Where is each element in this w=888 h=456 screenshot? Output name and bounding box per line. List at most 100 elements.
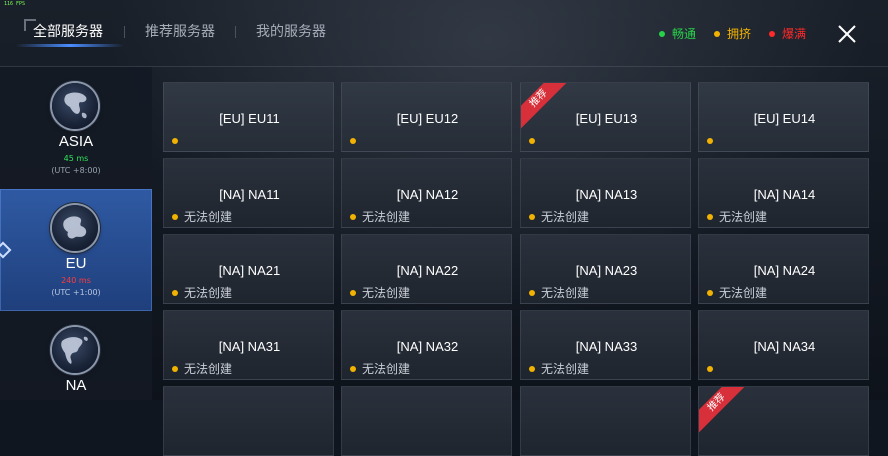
status-dot-icon	[529, 365, 535, 372]
status-text: 无法创建	[184, 362, 233, 376]
server-name: [EU] EU12	[396, 111, 459, 126]
server-name: [NA] NA14	[753, 187, 816, 202]
region-asia[interactable]: ASIA 45 ms (UTC +8:00)	[0, 67, 152, 189]
server-card[interactable]: [NA] NA23 无法创建	[520, 234, 691, 304]
server-name: [NA] NA12	[396, 187, 459, 202]
close-icon[interactable]	[836, 23, 858, 45]
status-dot-icon	[172, 213, 178, 220]
region-sidebar: ASIA 45 ms (UTC +8:00) EU 240 ms (UTC +1…	[0, 67, 152, 400]
legend-crowded: 拥挤	[714, 26, 751, 42]
status-dot-icon	[350, 289, 356, 296]
server-card[interactable]: [EU] EU14	[698, 82, 869, 152]
region-ping: 240 ms	[61, 276, 91, 285]
server-status	[529, 133, 541, 149]
server-name: [EU] EU14	[753, 111, 816, 126]
status-dot-icon	[529, 289, 535, 296]
server-card[interactable]: [EU] EU11	[163, 82, 334, 152]
server-name: [NA] NA23	[575, 263, 638, 278]
server-card[interactable]: [NA] NA22 无法创建	[341, 234, 512, 304]
region-utc: (UTC +1:00)	[51, 288, 101, 297]
status-text: 无法创建	[362, 286, 411, 300]
status-dot-icon	[707, 213, 713, 220]
server-card[interactable]: [NA] NA31 无法创建	[163, 310, 334, 380]
server-card[interactable]: [NA] NA14 无法创建	[698, 158, 869, 228]
legend-dot	[714, 30, 720, 37]
region-na[interactable]: NA	[0, 311, 152, 433]
server-name: [NA] NA24	[753, 263, 816, 278]
server-status: 无法创建	[172, 285, 232, 301]
server-name: [NA] NA31	[218, 339, 281, 354]
top-bar: 全部服务器 推荐服务器 我的服务器 畅通 拥挤 爆满	[0, 0, 888, 66]
legend-full: 爆满	[769, 26, 806, 42]
status-dot-icon	[707, 137, 713, 144]
server-card[interactable]: [NA] NA21 无法创建	[163, 234, 334, 304]
server-name: [NA] NA34	[753, 339, 816, 354]
status-text: 无法创建	[541, 362, 590, 376]
region-eu[interactable]: EU 240 ms (UTC +1:00)	[0, 189, 152, 311]
status-dot-icon	[350, 137, 356, 144]
server-card[interactable]: [NA] NA13 无法创建	[520, 158, 691, 228]
server-card[interactable]: [NA] NA24 无法创建	[698, 234, 869, 304]
globe-eu-icon	[52, 205, 98, 251]
status-text: 无法创建	[362, 362, 411, 376]
server-status	[707, 361, 719, 377]
server-card[interactable]: [NA] NA33 无法创建	[520, 310, 691, 380]
status-text: 无法创建	[719, 210, 768, 224]
server-card[interactable]	[341, 386, 512, 456]
legend-label: 拥挤	[727, 27, 752, 41]
recommended-ribbon: 推荐	[699, 387, 751, 437]
tab-my-servers[interactable]: 我的服务器	[256, 22, 326, 42]
server-status: 无法创建	[172, 361, 232, 377]
server-card[interactable]: [NA] NA12 无法创建	[341, 158, 512, 228]
server-name: [NA] NA33	[575, 339, 638, 354]
server-card[interactable]	[163, 386, 334, 456]
server-status: 无法创建	[172, 209, 232, 225]
server-name: [NA] NA32	[396, 339, 459, 354]
status-text: 无法创建	[541, 210, 590, 224]
server-card[interactable]: 推荐	[698, 386, 869, 456]
server-status: 无法创建	[707, 285, 767, 301]
server-card[interactable]: [NA] NA32 无法创建	[341, 310, 512, 380]
legend-smooth: 畅通	[659, 26, 696, 42]
server-name: [EU] EU13	[575, 111, 638, 126]
server-name: [NA] NA11	[219, 187, 280, 202]
status-text: 无法创建	[541, 286, 590, 300]
tab-recommended-servers[interactable]: 推荐服务器	[145, 22, 215, 42]
status-dot-icon	[707, 289, 713, 296]
status-dot-icon	[350, 213, 356, 220]
legend-dot	[769, 30, 775, 37]
region-name: NA	[65, 377, 87, 394]
region-name: ASIA	[58, 133, 94, 150]
legend-dot	[659, 30, 665, 37]
legend-label: 畅通	[672, 27, 697, 41]
server-name: [NA] NA22	[396, 263, 459, 278]
server-name: [NA] NA21	[218, 263, 281, 278]
server-status: 无法创建	[529, 209, 589, 225]
server-name: [NA] NA13	[575, 187, 638, 202]
globe-asia-icon	[52, 83, 98, 129]
region-utc: (UTC +8:00)	[51, 166, 101, 175]
server-status: 无法创建	[350, 209, 410, 225]
server-card[interactable]: [NA] NA11 无法创建	[163, 158, 334, 228]
status-dot-icon	[529, 137, 535, 144]
server-status	[707, 133, 719, 149]
status-text: 无法创建	[362, 210, 411, 224]
server-card[interactable]: [EU] EU12	[341, 82, 512, 152]
status-text: 无法创建	[184, 210, 233, 224]
tab-divider	[124, 26, 125, 38]
tab-all-servers[interactable]: 全部服务器	[33, 22, 103, 42]
server-status: 无法创建	[707, 209, 767, 225]
status-dot-icon	[350, 365, 356, 372]
server-status	[350, 133, 362, 149]
status-text: 无法创建	[719, 286, 768, 300]
server-card[interactable]: 推荐 [EU] EU13	[520, 82, 691, 152]
legend-label: 爆满	[782, 27, 807, 41]
server-card[interactable]	[520, 386, 691, 456]
server-status: 无法创建	[529, 285, 589, 301]
server-name: [EU] EU11	[219, 111, 280, 126]
region-name: EU	[65, 255, 87, 272]
server-status	[172, 133, 184, 149]
tab-divider	[235, 26, 236, 38]
server-card[interactable]: [NA] NA34	[698, 310, 869, 380]
status-text: 无法创建	[184, 286, 233, 300]
